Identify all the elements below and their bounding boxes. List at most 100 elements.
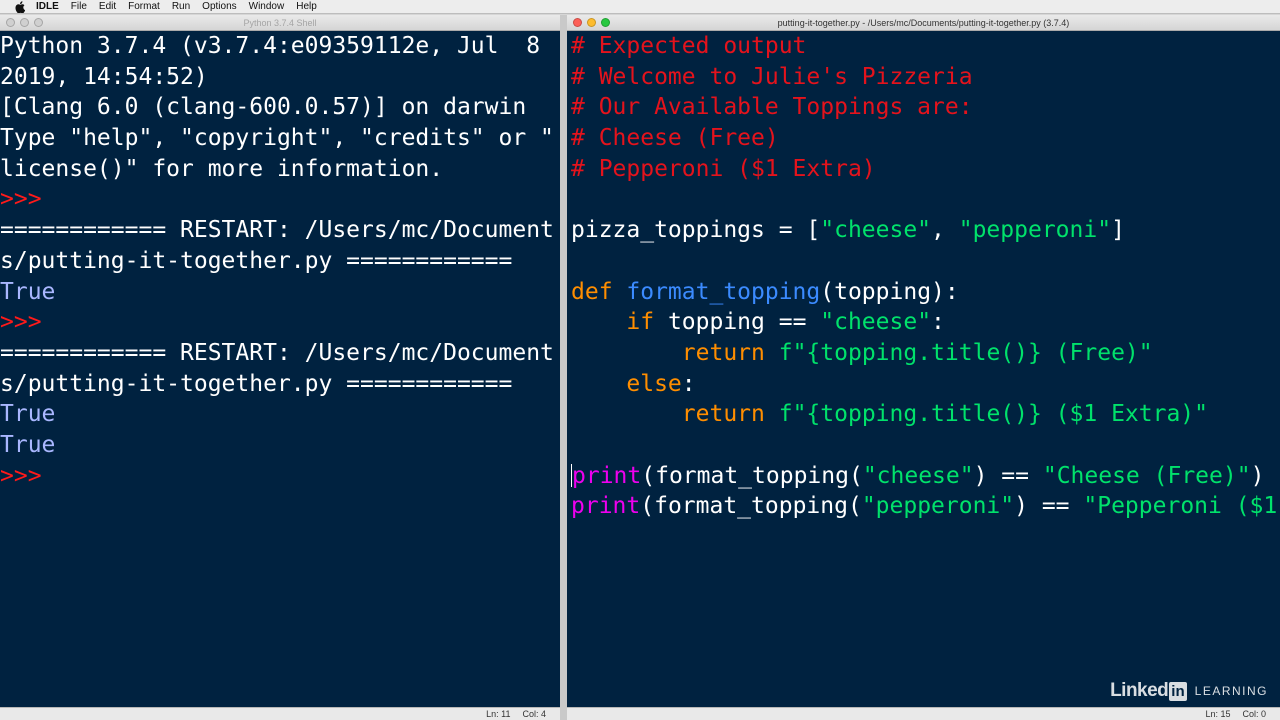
minimize-button[interactable] [20, 18, 29, 27]
shell-token: Type "help", "copyright", "credits" or " [0, 125, 554, 152]
editor-text-area[interactable]: # Expected output # Welcome to Julie's Pi… [571, 31, 1277, 522]
menu-edit[interactable]: Edit [99, 0, 116, 14]
editor-token [571, 340, 682, 366]
shell-line-number: Ln: 11 [486, 709, 511, 719]
shell-token: [Clang 6.0 (clang-600.0.57)] on darwin [0, 94, 527, 121]
shell-token: >>> [0, 186, 56, 213]
linkedin-logo-icon: in [1169, 681, 1187, 701]
editor-token: print [571, 493, 641, 520]
linkedin-learning-watermark: Linked in LEARNING [1110, 680, 1268, 702]
menu-bar: IDLE File Edit Format Run Options Window… [0, 0, 1280, 14]
editor-token: ) == [973, 462, 1043, 489]
editor-token: "cheese" [820, 309, 932, 336]
shell-token: s/putting-it-together.py ============ [0, 370, 513, 397]
menu-run[interactable]: Run [172, 0, 190, 14]
shell-token: 2019, 14:54:52) [0, 63, 208, 90]
editor-line: def format_topping(topping): [571, 277, 1277, 308]
editor-token [765, 340, 779, 366]
editor-line: pizza_toppings = ["cheese", "pepperoni"] [571, 215, 1277, 246]
editor-token: : [931, 309, 945, 336]
editor-token: "pepperoni" [958, 217, 1112, 244]
shell-token: license()" for more information. [0, 155, 444, 182]
shell-token: ============ RESTART: /Users/mc/Document [0, 339, 554, 366]
shell-line: [Clang 6.0 (clang-600.0.57)] on darwin [0, 92, 554, 123]
shell-line: s/putting-it-together.py ============ [0, 246, 554, 277]
editor-column-number: Col: 0 [1242, 709, 1266, 719]
shell-token: ============ RESTART: /Users/mc/Document [0, 217, 554, 244]
editor-token: # Cheese (Free) [571, 125, 779, 152]
editor-line: # Expected output [571, 31, 1277, 62]
shell-token: Python 3.7.4 (v3.7.4:e09359112e, Jul 8 [0, 33, 541, 59]
editor-token [571, 309, 626, 335]
shell-token: s/putting-it-together.py ============ [0, 247, 513, 274]
editor-token: # Welcome to Julie's Pizzeria [571, 63, 973, 90]
editor-token: (topping): [820, 278, 959, 305]
shell-line: Python 3.7.4 (v3.7.4:e09359112e, Jul 8 [0, 31, 554, 62]
editor-token: (format_topping( [641, 462, 863, 489]
shell-window-title: Python 3.7.4 Shell [243, 17, 317, 28]
editor-token: "Pepperoni ($1 [1083, 493, 1278, 520]
editor-token: if [626, 309, 655, 336]
shell-column-number: Col: 4 [522, 709, 546, 719]
editor-line: print(format_topping("pepperoni") == "Pe… [571, 491, 1277, 522]
shell-titlebar[interactable]: Python 3.7.4 Shell [0, 15, 560, 31]
editor-window-title: putting-it-together.py - /Users/mc/Docum… [777, 17, 1070, 28]
apple-logo-icon[interactable] [13, 0, 27, 13]
editor-line: print(format_topping("cheese") == "Chees… [571, 461, 1277, 492]
shell-text-area[interactable]: Python 3.7.4 (v3.7.4:e09359112e, Jul 8 20… [0, 31, 554, 491]
editor-token: f"{topping.title()} ($1 Extra)" [778, 401, 1208, 428]
editor-token: f"{topping.title()} (Free)" [778, 339, 1153, 366]
editor-token: ] [1111, 217, 1125, 244]
window-gap [560, 15, 567, 720]
shell-line: True [0, 277, 554, 308]
shell-status-bar: Ln: 11 Col: 4 [0, 707, 560, 720]
editor-token: "Cheese (Free)" [1042, 462, 1251, 489]
close-button[interactable] [573, 18, 582, 27]
window-controls [6, 18, 48, 27]
editor-token: topping == [654, 309, 821, 336]
menu-idle[interactable]: IDLE [36, 0, 59, 14]
editor-line: return f"{topping.title()} ($1 Extra)" [571, 399, 1277, 430]
editor-token: "cheese" [820, 217, 932, 244]
menu-help[interactable]: Help [296, 0, 317, 14]
editor-line: if topping == "cheese": [571, 307, 1277, 338]
editor-titlebar[interactable]: putting-it-together.py - /Users/mc/Docum… [567, 15, 1280, 31]
window-controls [573, 18, 615, 27]
watermark-brand: Linked [1110, 680, 1169, 701]
zoom-button[interactable] [34, 18, 43, 27]
close-button[interactable] [6, 18, 15, 27]
editor-token: print [572, 462, 642, 489]
shell-line: >>> [0, 184, 554, 215]
editor-token: , [931, 217, 959, 244]
editor-token: "pepperoni" [861, 493, 1015, 520]
editor-token [765, 401, 779, 427]
editor-token: else [626, 370, 682, 397]
editor-line: # Cheese (Free) [571, 123, 1277, 154]
shell-line: Type "help", "copyright", "credits" or " [0, 123, 554, 154]
menu-options[interactable]: Options [202, 0, 236, 14]
editor-token: def [571, 278, 627, 305]
editor-token: (format_topping( [640, 493, 862, 520]
shell-line: 2019, 14:54:52) [0, 62, 554, 93]
shell-line: ============ RESTART: /Users/mc/Document [0, 338, 554, 369]
shell-token: True [0, 278, 56, 305]
editor-token: ) [1250, 462, 1265, 489]
editor-token: : [681, 370, 696, 397]
zoom-button[interactable] [601, 18, 610, 27]
menu-format[interactable]: Format [128, 0, 160, 14]
shell-token: True [0, 401, 56, 428]
editor-token: format_topping [626, 278, 821, 305]
menu-window[interactable]: Window [249, 0, 285, 14]
watermark-suffix: LEARNING [1194, 684, 1268, 698]
editor-token [571, 401, 682, 427]
shell-line: >>> [0, 461, 554, 492]
editor-token: return [681, 401, 765, 428]
editor-line: else: [571, 369, 1277, 400]
editor-line: # Welcome to Julie's Pizzeria [571, 62, 1277, 93]
editor-token [571, 371, 626, 397]
menu-file[interactable]: File [71, 0, 87, 14]
minimize-button[interactable] [587, 18, 596, 27]
shell-token: >>> [0, 462, 56, 489]
